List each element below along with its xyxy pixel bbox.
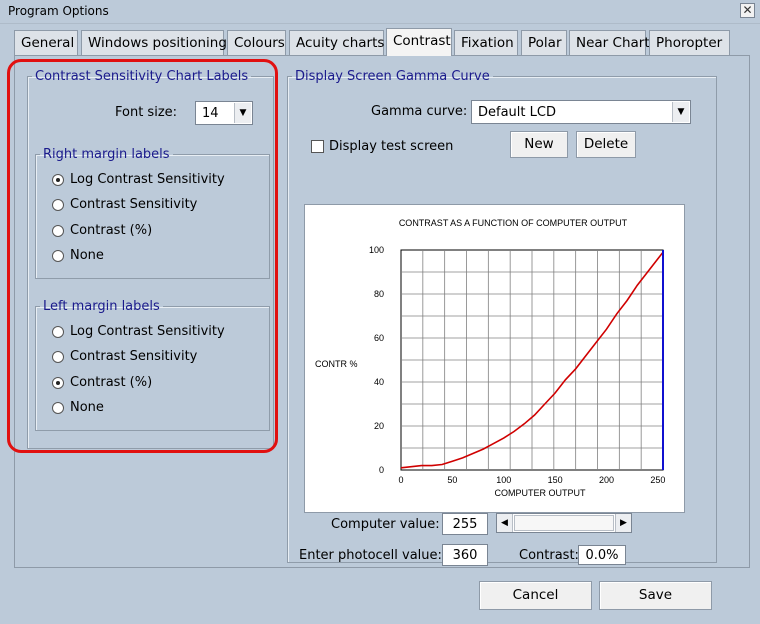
computer-value-slider[interactable]: ◀ ▶ xyxy=(496,513,632,533)
y-tick-label: 20 xyxy=(374,421,384,431)
computer-value-label: Computer value: xyxy=(331,517,440,532)
left-margin-group: Left margin labels Log Contrast Sensitiv… xyxy=(35,299,270,431)
close-button[interactable]: ✕ xyxy=(740,3,755,18)
right-none-option[interactable]: None xyxy=(52,248,104,263)
radio-button[interactable] xyxy=(52,249,64,262)
gamma-curve-group: Display Screen Gamma Curve Gamma curve: … xyxy=(287,69,717,566)
option-label: Contrast (%) xyxy=(70,375,153,390)
tab-general[interactable]: General xyxy=(14,30,78,56)
option-label: Log Contrast Sensitivity xyxy=(70,172,225,187)
radio-button[interactable] xyxy=(52,376,64,389)
option-label: Contrast (%) xyxy=(70,223,153,238)
chart-labels-title: Contrast Sensitivity Chart Labels xyxy=(35,69,249,84)
tab-contrast[interactable]: Contrast xyxy=(386,28,452,56)
option-label: None xyxy=(70,248,104,263)
left-none-option[interactable]: None xyxy=(52,400,104,415)
chart-y-axis-label: CONTR % xyxy=(315,359,358,369)
radio-button[interactable] xyxy=(52,173,64,186)
y-tick-label: 60 xyxy=(374,333,384,343)
right-margin-title: Right margin labels xyxy=(43,147,170,162)
chevron-left-icon[interactable]: ◀ xyxy=(497,514,513,532)
gamma-chart-svg: CONTRAST AS A FUNCTION OF COMPUTER OUTPU… xyxy=(315,218,665,498)
contrast-value: 0.0% xyxy=(578,545,626,565)
title-bar: Program Options ✕ xyxy=(0,0,760,24)
gamma-curve-select[interactable]: Default LCD ▼ xyxy=(471,100,691,124)
left-log-cs-option[interactable]: Log Contrast Sensitivity xyxy=(52,324,225,339)
radio-button[interactable] xyxy=(52,224,64,237)
y-tick-label: 40 xyxy=(374,377,384,387)
option-label: Contrast Sensitivity xyxy=(70,197,198,212)
option-label: Log Contrast Sensitivity xyxy=(70,324,225,339)
cancel-button[interactable]: Cancel xyxy=(479,581,592,610)
radio-button[interactable] xyxy=(52,198,64,211)
radio-button[interactable] xyxy=(52,350,64,363)
contrast-tab-panel: Contrast Sensitivity Chart Labels Font s… xyxy=(14,55,750,568)
contrast-label: Contrast: xyxy=(519,548,579,563)
chevron-down-icon[interactable]: ▼ xyxy=(234,103,251,123)
gamma-curve-value: Default LCD xyxy=(478,105,556,120)
y-tick-label: 80 xyxy=(374,289,384,299)
radio-button[interactable] xyxy=(52,401,64,414)
gamma-curve-label: Gamma curve: xyxy=(371,104,468,119)
y-tick-label: 100 xyxy=(369,245,384,255)
tab-colours[interactable]: Colours xyxy=(227,30,286,56)
font-size-label: Font size: xyxy=(115,105,178,120)
gamma-curve-title: Display Screen Gamma Curve xyxy=(295,69,490,84)
tab-polar[interactable]: Polar xyxy=(521,30,567,56)
display-test-checkbox[interactable] xyxy=(311,140,324,153)
left-margin-title: Left margin labels xyxy=(43,299,160,314)
left-contrast-pct-option[interactable]: Contrast (%) xyxy=(52,375,152,390)
photocell-label: Enter photocell value: xyxy=(299,548,442,563)
font-size-value: 14 xyxy=(202,106,219,121)
photocell-field[interactable]: 360 xyxy=(442,544,488,566)
chart-x-axis-label: COMPUTER OUTPUT xyxy=(495,488,587,498)
chevron-down-icon[interactable]: ▼ xyxy=(672,102,689,122)
right-margin-group: Right margin labels Log Contrast Sensiti… xyxy=(35,147,270,279)
tab-near-chart[interactable]: Near Chart xyxy=(569,30,650,56)
chart-grid xyxy=(400,249,664,471)
tab-acuity-charts[interactable]: Acuity charts xyxy=(289,30,384,56)
new-button[interactable]: New xyxy=(510,131,568,158)
option-label: None xyxy=(70,400,104,415)
gamma-chart: CONTRAST AS A FUNCTION OF COMPUTER OUTPU… xyxy=(304,204,685,513)
right-log-cs-option[interactable]: Log Contrast Sensitivity xyxy=(52,172,225,187)
window-title: Program Options xyxy=(8,4,109,18)
x-tick-label: 0 xyxy=(398,475,403,485)
x-tick-label: 200 xyxy=(599,475,614,485)
font-size-select[interactable]: 14 ▼ xyxy=(195,101,253,125)
right-contrast-pct-option[interactable]: Contrast (%) xyxy=(52,223,152,238)
chart-title: CONTRAST AS A FUNCTION OF COMPUTER OUTPU… xyxy=(399,218,628,228)
left-cs-option[interactable]: Contrast Sensitivity xyxy=(52,349,197,364)
tab-phoropter[interactable]: Phoropter xyxy=(649,30,730,56)
x-tick-label: 250 xyxy=(650,475,665,485)
x-tick-label: 100 xyxy=(496,475,511,485)
x-tick-label: 150 xyxy=(548,475,563,485)
save-button[interactable]: Save xyxy=(599,581,712,610)
tab-windows-positioning[interactable]: Windows positioning xyxy=(81,30,227,56)
x-tick-label: 50 xyxy=(447,475,457,485)
chart-labels-group: Contrast Sensitivity Chart Labels Font s… xyxy=(27,69,274,449)
right-cs-option[interactable]: Contrast Sensitivity xyxy=(52,197,197,212)
radio-button[interactable] xyxy=(52,325,64,338)
y-tick-label: 0 xyxy=(379,465,384,475)
option-label: Contrast Sensitivity xyxy=(70,349,198,364)
close-icon: ✕ xyxy=(742,3,753,17)
computer-value-field[interactable]: 255 xyxy=(442,513,488,535)
delete-button[interactable]: Delete xyxy=(576,131,636,158)
slider-thumb[interactable] xyxy=(514,515,614,531)
display-test-label[interactable]: Display test screen xyxy=(329,139,453,154)
chevron-right-icon[interactable]: ▶ xyxy=(615,514,631,532)
tab-fixation[interactable]: Fixation xyxy=(454,30,518,56)
